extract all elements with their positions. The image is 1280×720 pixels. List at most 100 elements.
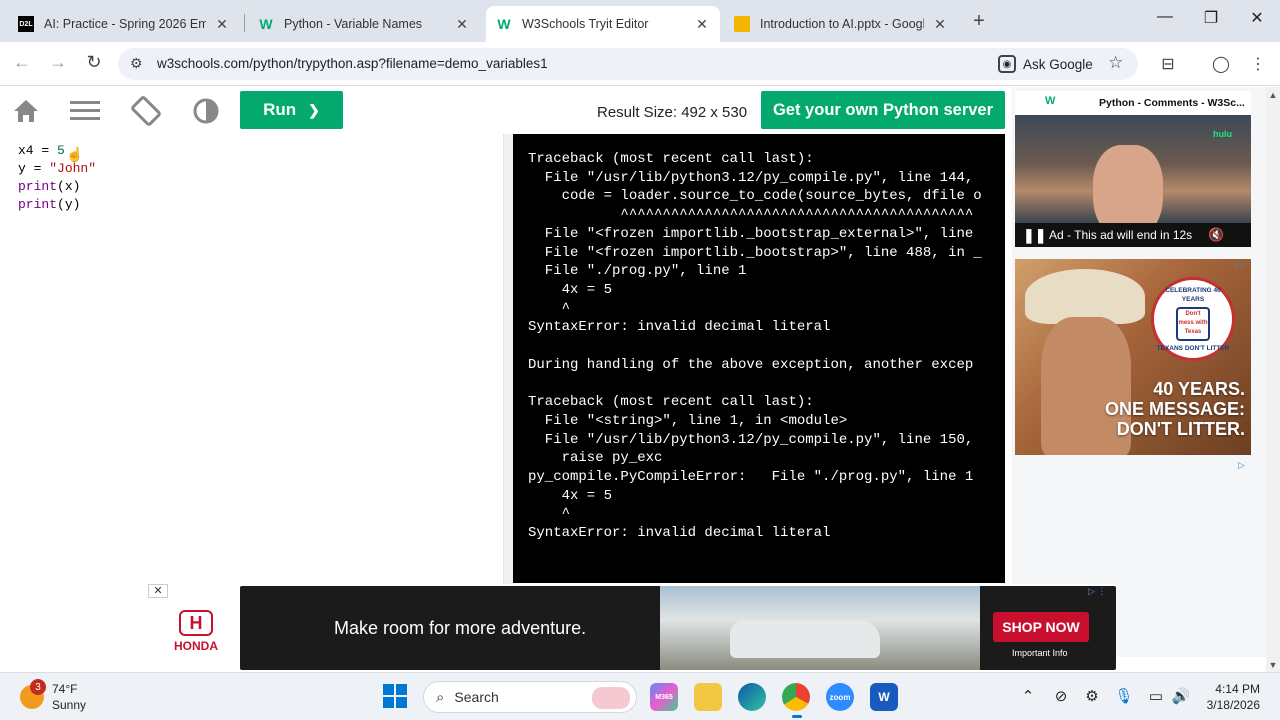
- dont-mess-with-texas-ad[interactable]: CELEBRATING 40 YEARS Don't mess with Tex…: [1015, 259, 1251, 455]
- output-line: File "/usr/lib/python3.12/py_compile.py"…: [528, 431, 974, 448]
- profile-icon[interactable]: ◯: [1210, 54, 1232, 74]
- code-line[interactable]: x4 = 5: [18, 142, 495, 160]
- video-ad-controls: ❚❚ Ad - This ad will end in 12s 🔇: [1015, 223, 1251, 247]
- microphone-icon[interactable]: 🎙: [1113, 687, 1135, 705]
- network-off-icon[interactable]: ⊘: [1050, 687, 1072, 705]
- tab-google-slides[interactable]: Introduction to AI.pptx - Googl ✕: [724, 6, 958, 42]
- tab-title: W3Schools Tryit Editor: [522, 17, 649, 31]
- restore-icon[interactable]: ❐: [1196, 8, 1226, 28]
- tab-tryit-editor[interactable]: W W3Schools Tryit Editor ✕: [486, 6, 720, 42]
- hulu-logo: hulu: [1213, 129, 1232, 139]
- weather-condition: Sunny: [52, 698, 87, 712]
- result-output: Traceback (most recent call last): File …: [513, 134, 1005, 583]
- output-line: File "<frozen importlib._bootstrap>", li…: [528, 244, 982, 261]
- bookmark-star-icon[interactable]: ☆: [1108, 53, 1123, 73]
- ask-google-button[interactable]: ◉ Ask Google: [998, 52, 1093, 76]
- search-icon: ⌕: [436, 688, 445, 706]
- address-bar[interactable]: ⚙ w3schools.com/python/trypython.asp?fil…: [118, 48, 1138, 80]
- run-button[interactable]: Run ❯: [240, 91, 343, 129]
- ad-message: 40 YEARS. ONE MESSAGE: DON'T LITTER.: [1104, 379, 1245, 439]
- url-text[interactable]: w3schools.com/python/trypython.asp?filen…: [157, 56, 548, 71]
- clock-time: 4:14 PM: [1215, 682, 1260, 696]
- forward-icon[interactable]: →: [46, 52, 70, 73]
- clock-date: 3/18/2026: [1206, 698, 1260, 712]
- rotate-orientation-icon[interactable]: [131, 96, 161, 126]
- edge-icon[interactable]: [738, 683, 766, 711]
- output-line: 4x = 5: [528, 487, 613, 504]
- search-label: Search: [454, 689, 499, 705]
- weather-widget[interactable]: 3 74°F Sunny: [20, 679, 87, 713]
- close-window-icon[interactable]: ✕: [1242, 8, 1272, 28]
- page-scrollbar[interactable]: [1266, 87, 1280, 672]
- output-line: File "<string>", line 1, in <module>: [528, 412, 848, 429]
- important-info-link[interactable]: Important Info: [1012, 648, 1068, 658]
- video-ad-title: Python - Comments - W3Sc...: [1099, 97, 1245, 109]
- tab-python-variable-names[interactable]: W Python - Variable Names ✕: [248, 6, 480, 42]
- shop-now-button[interactable]: SHOP NOW: [993, 612, 1089, 642]
- tab-search-icon[interactable]: ⊟: [1157, 54, 1179, 74]
- video-ad[interactable]: W Python - Comments - W3Sc... hulu ❚❚ Ad…: [1015, 91, 1251, 247]
- file-explorer-icon[interactable]: [694, 683, 722, 711]
- adchoices-icon[interactable]: ▷: [1238, 460, 1245, 471]
- scroll-down-icon[interactable]: ▼: [1266, 660, 1280, 670]
- code-line[interactable]: print(y): [18, 196, 495, 214]
- chrome-icon[interactable]: [782, 683, 810, 718]
- system-clock[interactable]: 4:14 PM 3/18/2026: [1200, 681, 1260, 713]
- honda-banner-ad[interactable]: ✕ H HONDA Make room for more adventure. …: [148, 584, 1116, 672]
- run-label: Run: [263, 100, 297, 119]
- back-icon[interactable]: ←: [10, 52, 34, 73]
- output-line: File "/usr/lib/python3.12/py_compile.py"…: [528, 169, 974, 186]
- minimize-icon[interactable]: —: [1150, 8, 1180, 26]
- start-windows-icon[interactable]: [383, 684, 407, 708]
- output-line: ^^^^^^^^^^^^^^^^^^^^^^^^^^^^^^^^^^^^^^^^…: [528, 207, 974, 224]
- menu-icon[interactable]: [70, 97, 100, 125]
- result-size-text: Result Size: 492 x 530: [597, 104, 748, 121]
- output-line: Traceback (most recent call last):: [528, 394, 814, 411]
- close-tab-icon[interactable]: ✕: [694, 16, 710, 33]
- close-tab-icon[interactable]: ✕: [932, 16, 948, 33]
- display-icon[interactable]: ▭: [1145, 687, 1167, 705]
- tab-title: Python - Variable Names: [284, 17, 423, 31]
- close-tab-icon[interactable]: ✕: [454, 16, 470, 33]
- zoom-icon[interactable]: zoom: [826, 683, 854, 711]
- taskbar-search[interactable]: ⌕ Search: [423, 681, 637, 713]
- settings-gear-icon[interactable]: ⚙: [1081, 687, 1103, 705]
- ad-tagline: Make room for more adventure.: [334, 618, 587, 638]
- m365-icon[interactable]: M365: [650, 683, 678, 711]
- pause-icon[interactable]: ❚❚: [1023, 227, 1046, 244]
- site-info-icon[interactable]: ⚙: [130, 55, 143, 72]
- home-icon[interactable]: [11, 97, 41, 125]
- output-line: File "<frozen importlib._bootstrap_exter…: [528, 225, 974, 242]
- adchoices-icon[interactable]: ▷: [1236, 259, 1243, 270]
- output-line: 4x = 5: [528, 281, 613, 298]
- w3schools-logo-icon: W: [1045, 95, 1056, 107]
- output-line: During handling of the above exception, …: [528, 356, 974, 373]
- scroll-up-icon[interactable]: ▲: [1266, 90, 1280, 100]
- output-line: Traceback (most recent call last):: [528, 151, 814, 167]
- editor-topbar: Run ❯ Result Size: 492 x 530 Get your ow…: [0, 87, 1012, 133]
- ad-countdown-text: Ad - This ad will end in 12s: [1049, 228, 1193, 242]
- new-tab-icon[interactable]: +: [968, 10, 990, 33]
- close-ad-icon[interactable]: ✕: [148, 584, 168, 598]
- get-python-server-button[interactable]: Get your own Python server: [761, 91, 1005, 129]
- ask-google-label: Ask Google: [1023, 56, 1093, 72]
- volume-icon[interactable]: 🔊: [1170, 687, 1192, 705]
- video-frame: hulu: [1015, 115, 1251, 240]
- chevron-right-icon: ❯: [308, 101, 320, 118]
- honda-banner[interactable]: Make room for more adventure. SHOP NOW I…: [240, 586, 1116, 670]
- dark-mode-icon[interactable]: [191, 97, 221, 125]
- reload-icon[interactable]: ↻: [82, 52, 106, 73]
- code-line[interactable]: print(x): [18, 178, 495, 196]
- d2l-favicon-icon: D2L: [18, 16, 34, 32]
- panel-drag-divider[interactable]: [504, 134, 513, 584]
- tab-d2l[interactable]: D2L AI: Practice - Spring 2026 Emer ✕: [8, 6, 240, 42]
- word-icon[interactable]: W: [870, 683, 898, 711]
- mute-icon[interactable]: 🔇: [1208, 227, 1224, 243]
- code-line[interactable]: y = "John": [18, 160, 495, 178]
- adchoices-icon[interactable]: ▷ ⋮: [1088, 586, 1106, 597]
- close-tab-icon[interactable]: ✕: [214, 16, 230, 33]
- output-line: raise py_exc: [528, 450, 663, 467]
- browser-toolbar: ← → ↻ ⚙ w3schools.com/python/trypython.a…: [0, 42, 1280, 86]
- chevron-up-icon[interactable]: ⌃: [1017, 687, 1039, 705]
- menu-kebab-icon[interactable]: ⋮: [1247, 54, 1269, 74]
